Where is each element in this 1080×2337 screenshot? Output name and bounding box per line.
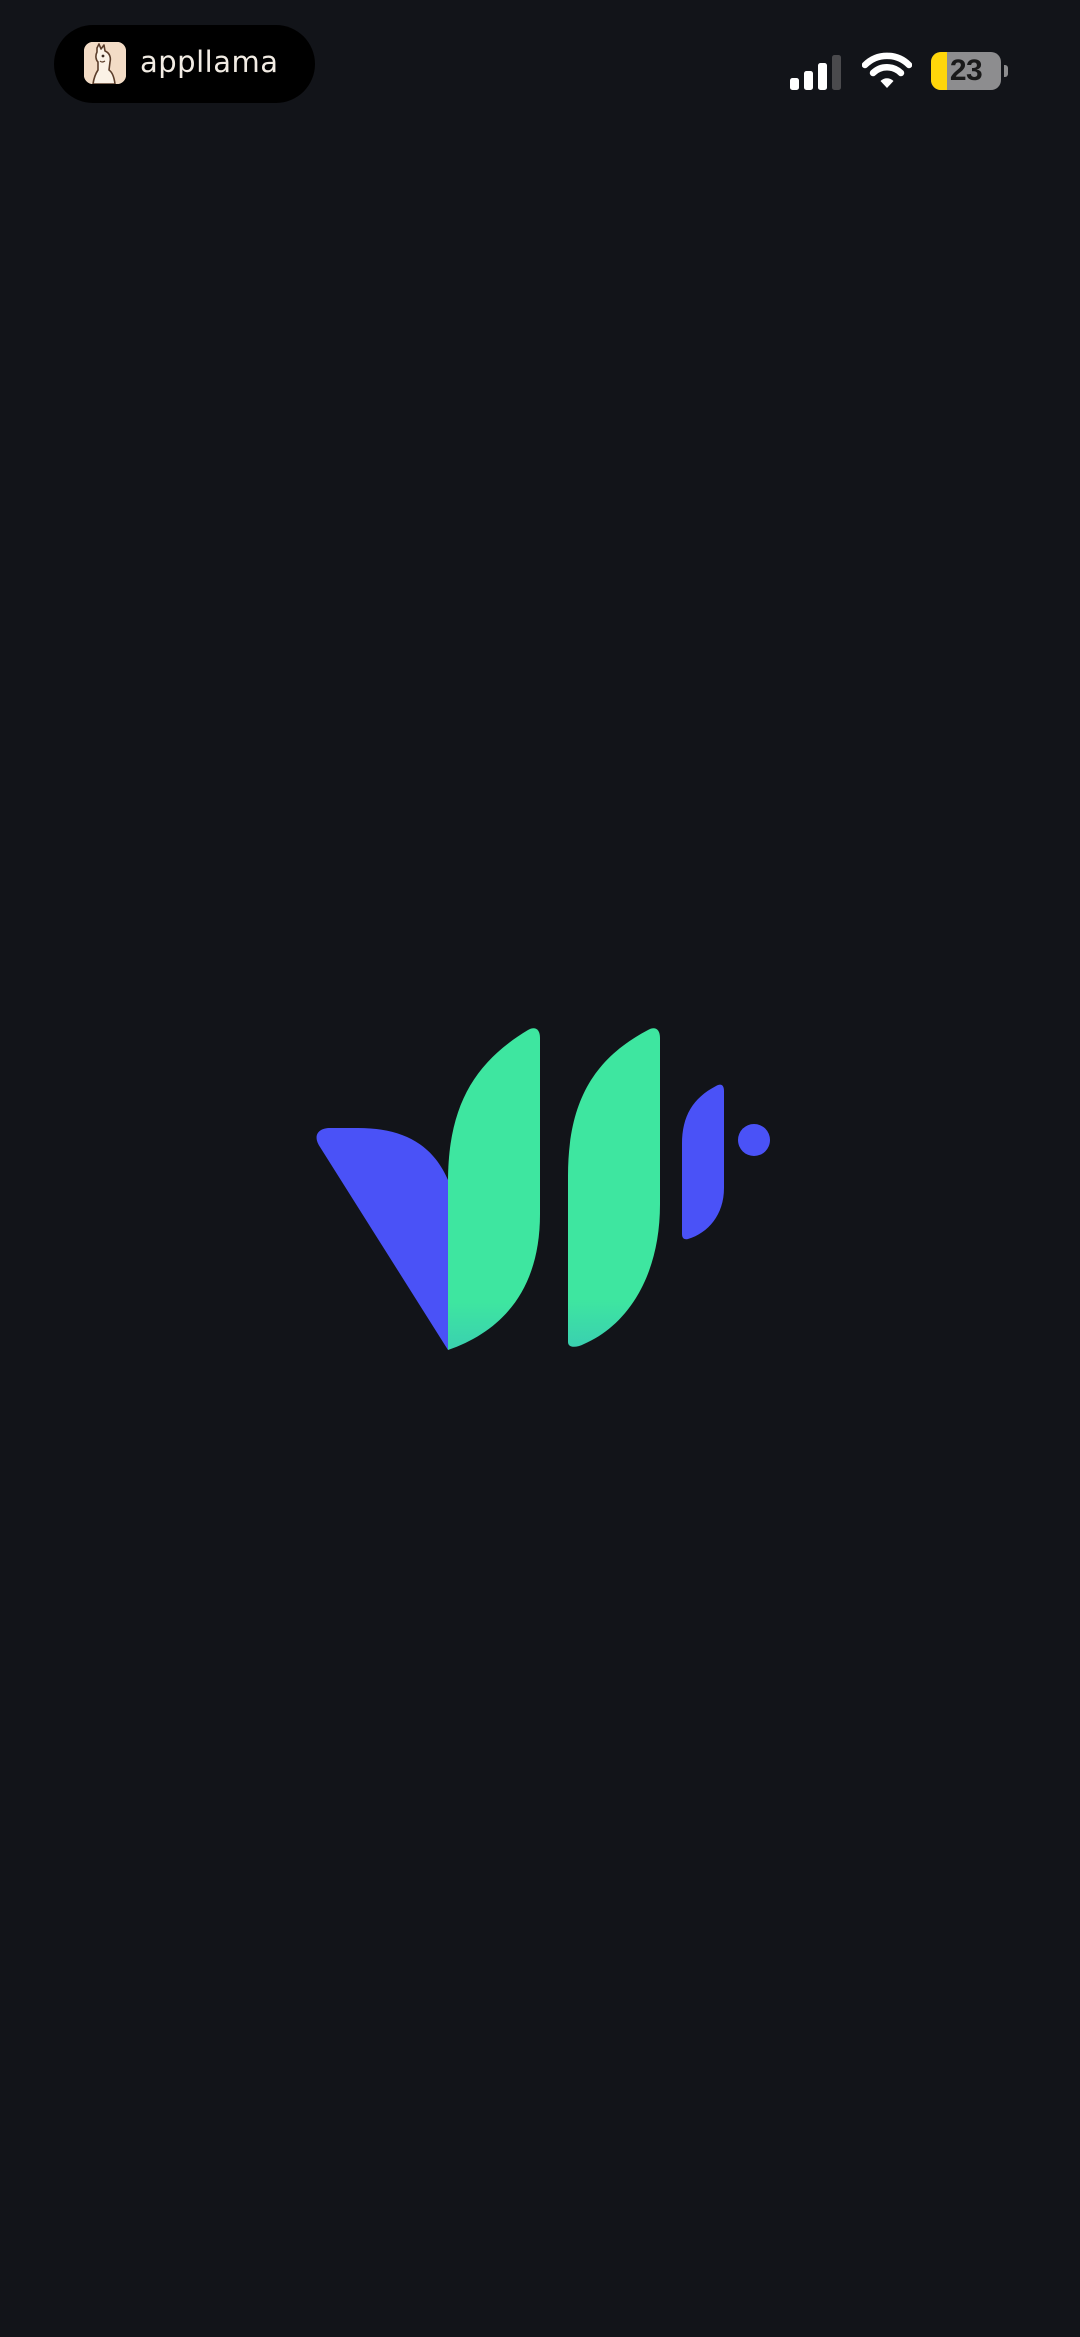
logo-blue-leaf — [682, 1084, 724, 1240]
llama-icon — [84, 42, 126, 84]
battery-icon: 23 — [931, 52, 1009, 90]
cellular-signal-icon — [789, 54, 845, 90]
logo-green-leaf-2 — [568, 1028, 660, 1347]
logo-blue-wedge — [316, 1128, 448, 1350]
battery-terminal — [1004, 65, 1008, 77]
status-bar: appllama 23 — [0, 0, 1080, 130]
logo-blue-dot — [738, 1124, 770, 1156]
battery-body: 23 — [931, 52, 1001, 90]
splash-screen: appllama 23 — [0, 0, 1080, 2337]
app-name-label: appllama — [140, 45, 279, 79]
battery-level-label: 23 — [949, 54, 983, 87]
app-logo — [310, 1020, 780, 1360]
wifi-icon — [861, 51, 913, 91]
logo-green-leaf-1 — [448, 1028, 540, 1350]
app-indicator-pill[interactable]: appllama — [54, 25, 315, 103]
